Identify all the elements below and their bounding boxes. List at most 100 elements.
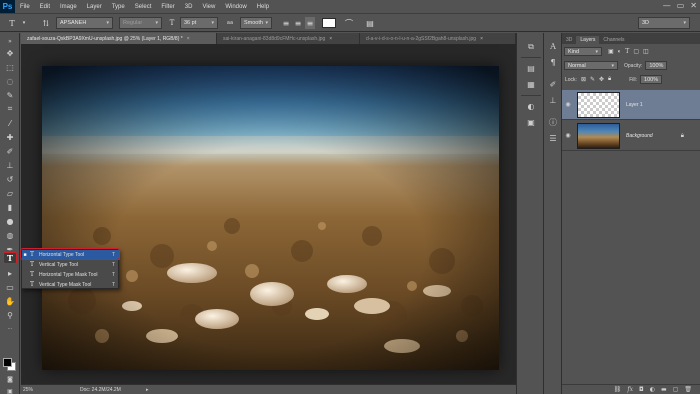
paragraph-panel-icon[interactable]: ¶ bbox=[547, 57, 559, 68]
menu-select[interactable]: Select bbox=[130, 4, 157, 10]
eyedropper-tool-icon[interactable]: ⁄ bbox=[3, 117, 17, 129]
more-tools-icon[interactable]: ⋯ bbox=[3, 323, 17, 335]
info-panel-icon[interactable]: ⓘ bbox=[547, 117, 559, 128]
opacity-field[interactable]: 100% bbox=[645, 61, 668, 70]
workspace-dropdown[interactable]: 3D ▾ bbox=[638, 17, 690, 29]
gradient-tool-icon[interactable]: ▮ bbox=[3, 201, 17, 213]
maximize-icon[interactable]: ▭ bbox=[677, 1, 685, 10]
marquee-tool-icon[interactable]: ⬚ bbox=[3, 61, 17, 73]
type-tool-icon[interactable]: T bbox=[3, 252, 17, 264]
eraser-tool-icon[interactable]: ▱ bbox=[3, 187, 17, 199]
menu-image[interactable]: Image bbox=[55, 4, 82, 10]
foreground-color-swatch[interactable] bbox=[3, 358, 12, 367]
fill-field[interactable]: 100% bbox=[640, 75, 663, 84]
color-panel-icon[interactable]: ▤ bbox=[525, 63, 537, 74]
text-color-swatch[interactable] bbox=[322, 18, 336, 28]
menu-type[interactable]: Type bbox=[107, 4, 130, 10]
font-style-dropdown[interactable]: Regular ▾ bbox=[119, 17, 162, 29]
close-icon[interactable]: × bbox=[480, 36, 483, 42]
flyout-item-vertical-type-mask[interactable]: T Vertical Type Mask Tool T bbox=[22, 280, 120, 290]
hand-tool-icon[interactable]: ✋ bbox=[3, 295, 17, 307]
history-panel-icon[interactable]: ⧉ bbox=[525, 41, 537, 52]
close-window-icon[interactable]: ✕ bbox=[690, 1, 697, 10]
tab-channels[interactable]: Channels bbox=[599, 36, 628, 44]
visibility-eye-icon[interactable]: ◉ bbox=[562, 101, 574, 108]
menu-view[interactable]: View bbox=[197, 4, 220, 10]
menu-file[interactable]: File bbox=[15, 4, 35, 10]
clone-source-icon[interactable]: ⊥ bbox=[547, 95, 559, 106]
lock-all-icon[interactable]: 🔒︎ bbox=[608, 76, 611, 83]
lock-pixels-icon[interactable]: ✎ bbox=[590, 76, 595, 83]
lock-position-icon[interactable]: ✥ bbox=[599, 76, 604, 83]
blend-mode-dropdown[interactable]: Normal ▾ bbox=[564, 61, 618, 70]
flyout-item-horizontal-type-mask[interactable]: T Horizontal Type Mask Tool T bbox=[22, 270, 120, 280]
chevron-down-icon[interactable]: ▾ bbox=[20, 17, 28, 29]
font-size-dropdown[interactable]: 36 pt ▾ bbox=[180, 17, 218, 29]
close-icon[interactable]: × bbox=[329, 36, 332, 42]
blur-tool-icon[interactable]: ● bbox=[3, 215, 17, 227]
tab-layers[interactable]: Layers bbox=[576, 36, 600, 44]
lasso-tool-icon[interactable]: ◌ bbox=[3, 75, 17, 87]
filter-adjustment-icon[interactable]: ◐ bbox=[618, 49, 622, 55]
new-layer-icon[interactable]: ▢ bbox=[673, 386, 679, 393]
menu-layer[interactable]: Layer bbox=[82, 4, 107, 10]
doc-tab[interactable]: sai-kiran-anagani-83d8d9cFMHc-unsplash.j… bbox=[217, 33, 360, 44]
minimize-icon[interactable]: — bbox=[663, 1, 671, 10]
layer-style-icon[interactable]: fx bbox=[627, 386, 633, 393]
brush-panel-icon[interactable]: ✐ bbox=[547, 79, 559, 90]
screen-mode-icon[interactable]: ▣ bbox=[3, 385, 17, 394]
layer-row-background[interactable]: ◉ Background 🔒︎ bbox=[562, 121, 700, 151]
close-icon[interactable]: × bbox=[187, 36, 190, 42]
lock-transparency-icon[interactable]: ⊠ bbox=[581, 76, 586, 83]
menu-edit[interactable]: Edit bbox=[35, 4, 55, 10]
tool-preset-type-icon[interactable]: T bbox=[6, 17, 18, 29]
flyout-item-vertical-type[interactable]: T Vertical Type Tool T bbox=[22, 260, 120, 270]
menu-filter[interactable]: Filter bbox=[156, 4, 179, 10]
zoom-level[interactable]: 25% bbox=[21, 387, 41, 393]
antialias-dropdown[interactable]: Smooth ▾ bbox=[240, 17, 272, 29]
warp-text-icon[interactable]: ⌒ bbox=[343, 17, 355, 29]
quick-mask-icon[interactable]: ◙ bbox=[3, 373, 17, 385]
character-panel-icon[interactable]: A bbox=[547, 41, 559, 52]
adjustments-panel-icon[interactable]: ◐ bbox=[525, 101, 537, 112]
doc-tab[interactable]: d-a-v-i-d-s-o-n-l-u-n-a-2gSSf2Bgah8-unsp… bbox=[360, 33, 516, 44]
kind-filter-dropdown[interactable]: Kind ▾ bbox=[564, 47, 602, 56]
font-family-dropdown[interactable]: APSANEH ▾ bbox=[56, 17, 113, 29]
filter-type-icon[interactable]: T bbox=[625, 48, 629, 55]
orientation-toggle-icon[interactable]: ⇅ bbox=[40, 17, 52, 29]
rectangle-tool-icon[interactable]: ▭ bbox=[3, 281, 17, 293]
new-group-icon[interactable]: ▬ bbox=[661, 386, 667, 393]
quick-select-tool-icon[interactable]: ✎ bbox=[3, 89, 17, 101]
healing-brush-tool-icon[interactable]: ✚ bbox=[3, 131, 17, 143]
menu-window[interactable]: Window bbox=[220, 4, 251, 10]
status-menu-icon[interactable]: ▸ bbox=[146, 387, 149, 393]
visibility-eye-icon[interactable]: ◉ bbox=[562, 132, 574, 139]
filter-pixel-icon[interactable]: ▣ bbox=[608, 48, 614, 55]
link-layers-icon[interactable]: ⛓ bbox=[614, 386, 622, 393]
filter-smart-object-icon[interactable]: ◫ bbox=[643, 48, 649, 55]
panel-collapse-icon[interactable]: » bbox=[3, 35, 17, 47]
canvas-area[interactable] bbox=[21, 44, 516, 384]
styles-panel-icon[interactable]: ▣ bbox=[525, 117, 537, 128]
path-selection-tool-icon[interactable]: ▸ bbox=[3, 267, 17, 279]
menu-help[interactable]: Help bbox=[252, 4, 274, 10]
photoshop-logo[interactable]: Ps bbox=[0, 0, 15, 13]
align-center-icon[interactable]: ≡ bbox=[293, 17, 303, 29]
delete-layer-icon[interactable]: 🗑︎ bbox=[684, 386, 692, 393]
add-mask-icon[interactable]: ◘ bbox=[639, 386, 644, 393]
crop-tool-icon[interactable]: ⌗ bbox=[3, 103, 17, 115]
adjustment-layer-icon[interactable]: ◐ bbox=[650, 386, 655, 393]
tab-3d[interactable]: 3D bbox=[562, 36, 576, 44]
layer-row-layer-1[interactable]: ◉ Layer 1 bbox=[562, 90, 700, 120]
menu-3d[interactable]: 3D bbox=[180, 4, 198, 10]
history-brush-tool-icon[interactable]: ↺ bbox=[3, 173, 17, 185]
brush-tool-icon[interactable]: ✐ bbox=[3, 145, 17, 157]
clone-stamp-tool-icon[interactable]: ⊥ bbox=[3, 159, 17, 171]
properties-panel-icon[interactable]: ☰ bbox=[547, 133, 559, 144]
align-right-icon[interactable]: ≡ bbox=[305, 17, 315, 29]
zoom-tool-icon[interactable]: ⚲ bbox=[3, 309, 17, 321]
document-image[interactable] bbox=[42, 66, 499, 370]
dodge-tool-icon[interactable]: ◍ bbox=[3, 229, 17, 241]
filter-shape-icon[interactable]: ▢ bbox=[633, 48, 639, 55]
doc-tab-active[interactable]: zafael-souza-QxkBP3A9XmU-unsplash.jpg @ … bbox=[21, 33, 217, 44]
